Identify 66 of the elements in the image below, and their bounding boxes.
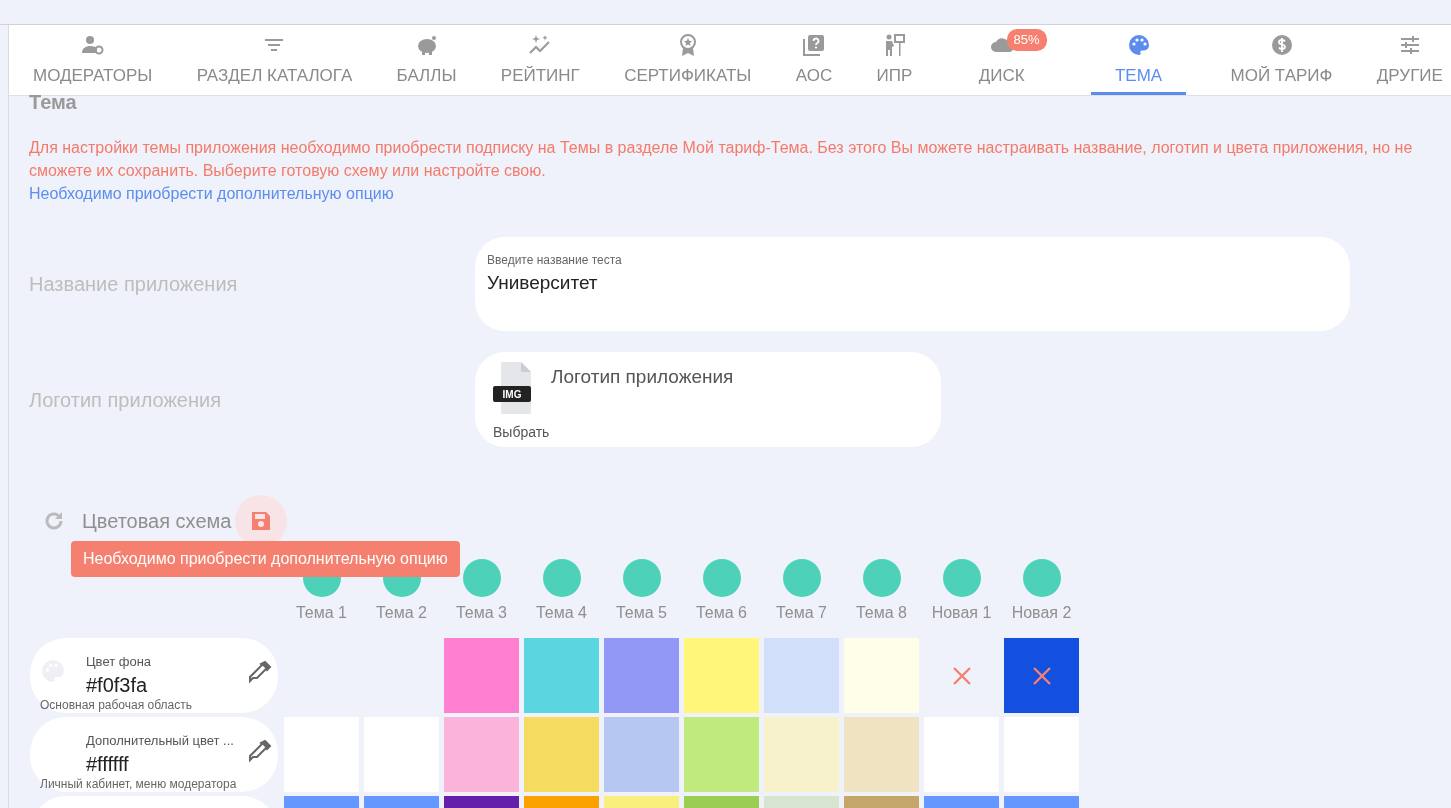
theme-dot[interactable] <box>1022 559 1061 597</box>
floating-label: Введите название теста <box>487 252 623 269</box>
theme-label: Тема 4 <box>536 603 587 623</box>
color-label: Цвет фона <box>86 653 152 671</box>
name-field[interactable]: Введите название теста Университет <box>475 237 1350 331</box>
tab[interactable]: ДРУГИЕ <box>1376 25 1443 95</box>
question-icon <box>802 33 826 57</box>
color-swatch[interactable] <box>764 638 839 713</box>
color-swatch[interactable] <box>444 717 519 792</box>
eyedropper-icon[interactable] <box>248 739 272 763</box>
logo-title: Логотип приложения <box>551 364 734 389</box>
purchase-link[interactable]: Необходимо приобрести дополнительную опцию <box>29 185 394 202</box>
theme-dot[interactable] <box>782 559 821 597</box>
dollar-icon <box>1269 33 1294 57</box>
text-input[interactable]: Университет <box>487 269 1338 298</box>
tab[interactable]: СЕРТИФИКАТЫ <box>624 25 752 95</box>
theme-dot[interactable] <box>702 559 741 597</box>
field-label: Логотип приложения <box>28 387 222 413</box>
color-swatch[interactable] <box>764 717 839 792</box>
tab[interactable]: АОС <box>795 25 833 95</box>
tab[interactable]: РАЗДЕЛ КАТАЛОГА <box>196 25 353 95</box>
warning-text: Для настройки темы приложения необходимо приобрести подписку на Темы в разделе Мой тариф-Тема. Без этого Вы можете настраивать название, логотип и цвета приложения, но не сможете их сохранить. Выберите готовую схему или настройте свою. <box>29 138 1414 181</box>
theme-dot[interactable] <box>542 559 581 597</box>
tab[interactable]: ИПР <box>876 25 913 95</box>
tab[interactable]: БАЛЛЫ <box>396 25 457 95</box>
close-icon <box>951 665 972 686</box>
field-label: Название приложения <box>28 272 239 297</box>
tab[interactable]: ТЕМА <box>1090 25 1187 95</box>
color-label: Дополнительный цвет ... <box>86 732 234 750</box>
eyedropper-icon[interactable] <box>248 660 272 684</box>
usage-badge: 85% <box>1006 29 1047 51</box>
theme-dot[interactable] <box>942 559 981 597</box>
color-description: Личный кабинет, меню модератора <box>40 776 237 793</box>
remove-swatch[interactable] <box>1004 638 1079 713</box>
color-value: #f0f3fa <box>86 673 148 698</box>
tab[interactable]: ДИСК 85% <box>956 25 1047 95</box>
theme-label: Тема 8 <box>856 603 907 623</box>
color-swatch[interactable] <box>524 717 599 792</box>
color-swatch[interactable] <box>604 638 679 713</box>
tab[interactable]: РЕЙТИНГ <box>500 25 580 95</box>
color-swatch[interactable] <box>684 638 759 713</box>
user-gear-icon <box>80 33 105 57</box>
theme-dot[interactable] <box>462 559 501 597</box>
scheme-title: Цветовая схема <box>82 509 232 534</box>
color-swatch[interactable] <box>444 638 519 713</box>
theme-dot[interactable] <box>622 559 661 597</box>
theme-label: Тема 3 <box>456 603 507 623</box>
theme-label: Тема 6 <box>696 603 747 623</box>
theme-label: Новая 2 <box>1011 603 1072 623</box>
tooltip: Необходимо приобрести дополнительную опцию <box>71 541 460 577</box>
color-swatch[interactable] <box>684 717 759 792</box>
tab[interactable]: МОЙ ТАРИФ <box>1230 25 1333 95</box>
color-swatch[interactable] <box>524 638 599 713</box>
theme-label: Тема 5 <box>616 603 667 623</box>
color-description: Основная рабочая область <box>40 697 192 714</box>
theme-label: Тема 7 <box>776 603 827 623</box>
theme-dot[interactable] <box>862 559 901 597</box>
theme-label: Тема 2 <box>376 603 427 623</box>
choose-link[interactable]: Выбрать <box>493 422 550 443</box>
color-swatch[interactable] <box>844 717 919 792</box>
color-value: #ffffff <box>86 752 129 777</box>
theme-label: Тема 1 <box>296 603 347 623</box>
close-icon <box>1031 665 1052 686</box>
theme-label: Новая 1 <box>931 603 992 623</box>
color-swatch[interactable] <box>604 717 679 792</box>
palette-icon <box>1126 33 1151 57</box>
